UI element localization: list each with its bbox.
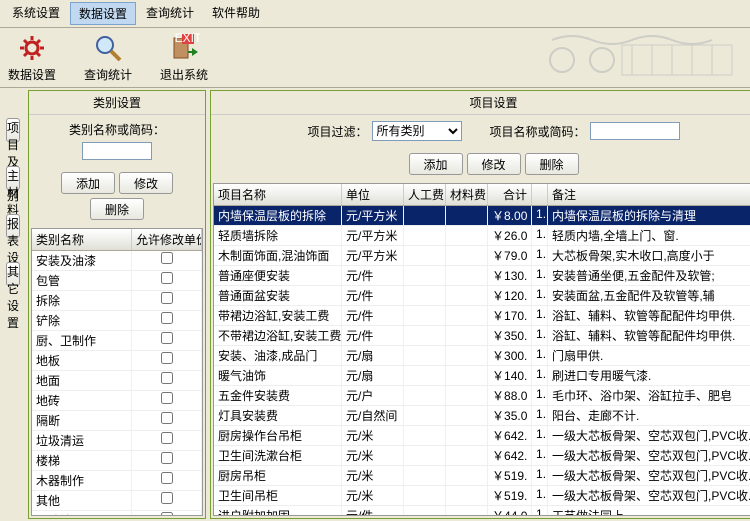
cat-row[interactable]: 地面 [32,371,202,391]
cat-chk[interactable] [161,272,173,284]
ph-flag[interactable] [532,184,548,205]
tb-exit[interactable]: EXIT 退出系统 [160,32,208,83]
proj-row[interactable]: 厨房操作台吊柜元/米￥642.1.一级大芯板骨架、空芯双包门,PVC收. [214,426,750,446]
ph-lab[interactable]: 人工费 [404,184,446,205]
proj-row[interactable]: 木制面饰面,混油饰面元/平方米￥79.01.大芯板骨架,实木收口,高度小于 [214,246,750,266]
cat-name-label: 类别名称或简码： [69,121,165,138]
left-tab-1[interactable]: 主材料 [6,166,20,190]
ph-mat[interactable]: 材料费 [446,184,488,205]
cat-row[interactable]: 地砖 [32,391,202,411]
project-title: 项目设置 [211,91,750,115]
cat-chk[interactable] [161,492,173,504]
ph-unit[interactable]: 单位 [342,184,404,205]
cat-row[interactable]: 隔断 [32,411,202,431]
category-title: 类别设置 [29,91,205,115]
cat-chk[interactable] [161,392,173,404]
svg-text:EXIT: EXIT [175,32,200,45]
proj-row[interactable]: 灯具安装费元/自然间￥35.01.阳台、走廊不计. [214,406,750,426]
proj-row[interactable]: 内墙保温层板的拆除元/平方米￥8.001.内墙保温层板的拆除与清理 [214,206,750,226]
cat-row[interactable]: 木器制作 [32,471,202,491]
cat-del-button[interactable]: 删除 [90,198,144,220]
proj-row[interactable]: 五金件安装费元/户￥88.01.毛巾环、浴巾架、浴缸拉手、肥皂 [214,386,750,406]
toolbar: 数据设置 查询统计 EXIT 退出系统 [0,28,750,88]
filter-label: 项目过滤： [308,123,368,140]
cat-row[interactable]: 包管 [32,271,202,291]
cat-chk[interactable] [161,352,173,364]
left-sidebar: 项目及类别主材料报表设置其它设置 [0,88,26,521]
proj-row[interactable]: 卫生间吊柜元/米￥519.1.一级大芯板骨架、空芯双包门,PVC收. [214,486,750,506]
category-panel: 类别设置 类别名称或简码： 添加 修改 删除 类别名称 允许修改单价 安装及油漆… [28,90,206,519]
tb-stats-label: 查询统计 [84,66,132,83]
tb-data-label: 数据设置 [8,66,56,83]
filter-select[interactable]: 所有类别 [372,121,462,141]
tb-stats[interactable]: 查询统计 [84,32,132,83]
gear-icon [16,32,48,64]
proj-row[interactable]: 轻质墙拆除元/平方米￥26.01.轻质内墙,全墙上门、窗. [214,226,750,246]
cat-row[interactable]: 铲除 [32,311,202,331]
proj-row[interactable]: 安装、油漆,成品门元/扇￥300.1.门扇甲供. [214,346,750,366]
cat-row[interactable]: 楼梯 [32,451,202,471]
proj-row[interactable]: 进户附加加固元/件￥44.01.工艺做法同上. [214,506,750,516]
cat-chk[interactable] [161,472,173,484]
cat-name-input[interactable] [82,142,152,160]
cat-chk[interactable] [161,292,173,304]
ph-sum[interactable]: 合计 [488,184,532,205]
cat-chk[interactable] [161,252,173,264]
cat-row[interactable]: 其他 [32,491,202,511]
menu-sys[interactable]: 系统设置 [4,2,68,25]
cat-head-chk[interactable]: 允许修改单价 [132,229,202,250]
proj-row[interactable]: 厨房吊柜元/米￥519.1.一级大芯板骨架、空芯双包门,PVC收. [214,466,750,486]
proj-row[interactable]: 带裙边浴缸,安装工费元/件￥170.1.浴缸、辅料、软管等配配件均甲供. [214,306,750,326]
proj-row[interactable]: 不带裙边浴缸,安装工费元/件￥350.1.浴缸、辅料、软管等配配件均甲供. [214,326,750,346]
proj-del-button[interactable]: 删除 [525,153,579,175]
cat-chk[interactable] [161,412,173,424]
cat-row[interactable]: 地板 [32,351,202,371]
cat-add-button[interactable]: 添加 [61,172,115,194]
proj-name-label: 项目名称或简码： [490,123,586,140]
cat-row[interactable]: 垃圾清运 [32,431,202,451]
tb-exit-label: 退出系统 [160,66,208,83]
ph-name[interactable]: 项目名称 [214,184,342,205]
cat-head-name[interactable]: 类别名称 [32,229,132,250]
ph-remark[interactable]: 备注 [548,184,750,205]
proj-name-input[interactable] [590,122,680,140]
cat-chk[interactable] [161,432,173,444]
menu-help[interactable]: 软件帮助 [204,2,268,25]
category-grid[interactable]: 类别名称 允许修改单价 安装及油漆包管拆除铲除厨、卫制作地板地面地砖隔断垃圾清运… [31,228,203,516]
project-grid[interactable]: 项目名称 单位 人工费 材料费 合计 备注 内墙保温层板的拆除元/平方米￥8.0… [213,183,750,516]
tb-data-settings[interactable]: 数据设置 [8,32,56,83]
cat-row[interactable]: 砌砖墙 [32,511,202,516]
search-icon [92,32,124,64]
proj-edit-button[interactable]: 修改 [467,153,521,175]
proj-row[interactable]: 卫生间洗漱台柜元/米￥642.1.一级大芯板骨架、空芯双包门,PVC收. [214,446,750,466]
cat-chk[interactable] [161,332,173,344]
decorative-column-icon [542,30,742,84]
proj-row[interactable]: 普通座便安装元/件￥130.1.安装普通坐便,五金配件及软管; [214,266,750,286]
menu-bar: 系统设置 数据设置 查询统计 软件帮助 [0,0,750,28]
cat-row[interactable]: 拆除 [32,291,202,311]
menu-data[interactable]: 数据设置 [70,2,136,25]
cat-chk[interactable] [161,452,173,464]
cat-edit-button[interactable]: 修改 [119,172,173,194]
cat-chk[interactable] [161,372,173,384]
left-tab-0[interactable]: 项目及类别 [6,118,20,142]
menu-query[interactable]: 查询统计 [138,2,202,25]
project-panel: 项目设置 项目过滤： 所有类别 项目名称或简码： 添加 修改 删除 项目名称 单… [210,90,750,519]
left-tab-3[interactable]: 其它设置 [6,262,20,286]
proj-add-button[interactable]: 添加 [409,153,463,175]
cat-row[interactable]: 厨、卫制作 [32,331,202,351]
exit-icon: EXIT [168,32,200,64]
left-tab-2[interactable]: 报表设置 [6,214,20,238]
proj-row[interactable]: 暖气油饰元/扇￥140.1.刷进口专用暖气漆. [214,366,750,386]
proj-row[interactable]: 普通面盆安装元/件￥120.1.安装面盆,五金配件及软管等,辅 [214,286,750,306]
cat-row[interactable]: 安装及油漆 [32,251,202,271]
cat-chk[interactable] [161,312,173,324]
